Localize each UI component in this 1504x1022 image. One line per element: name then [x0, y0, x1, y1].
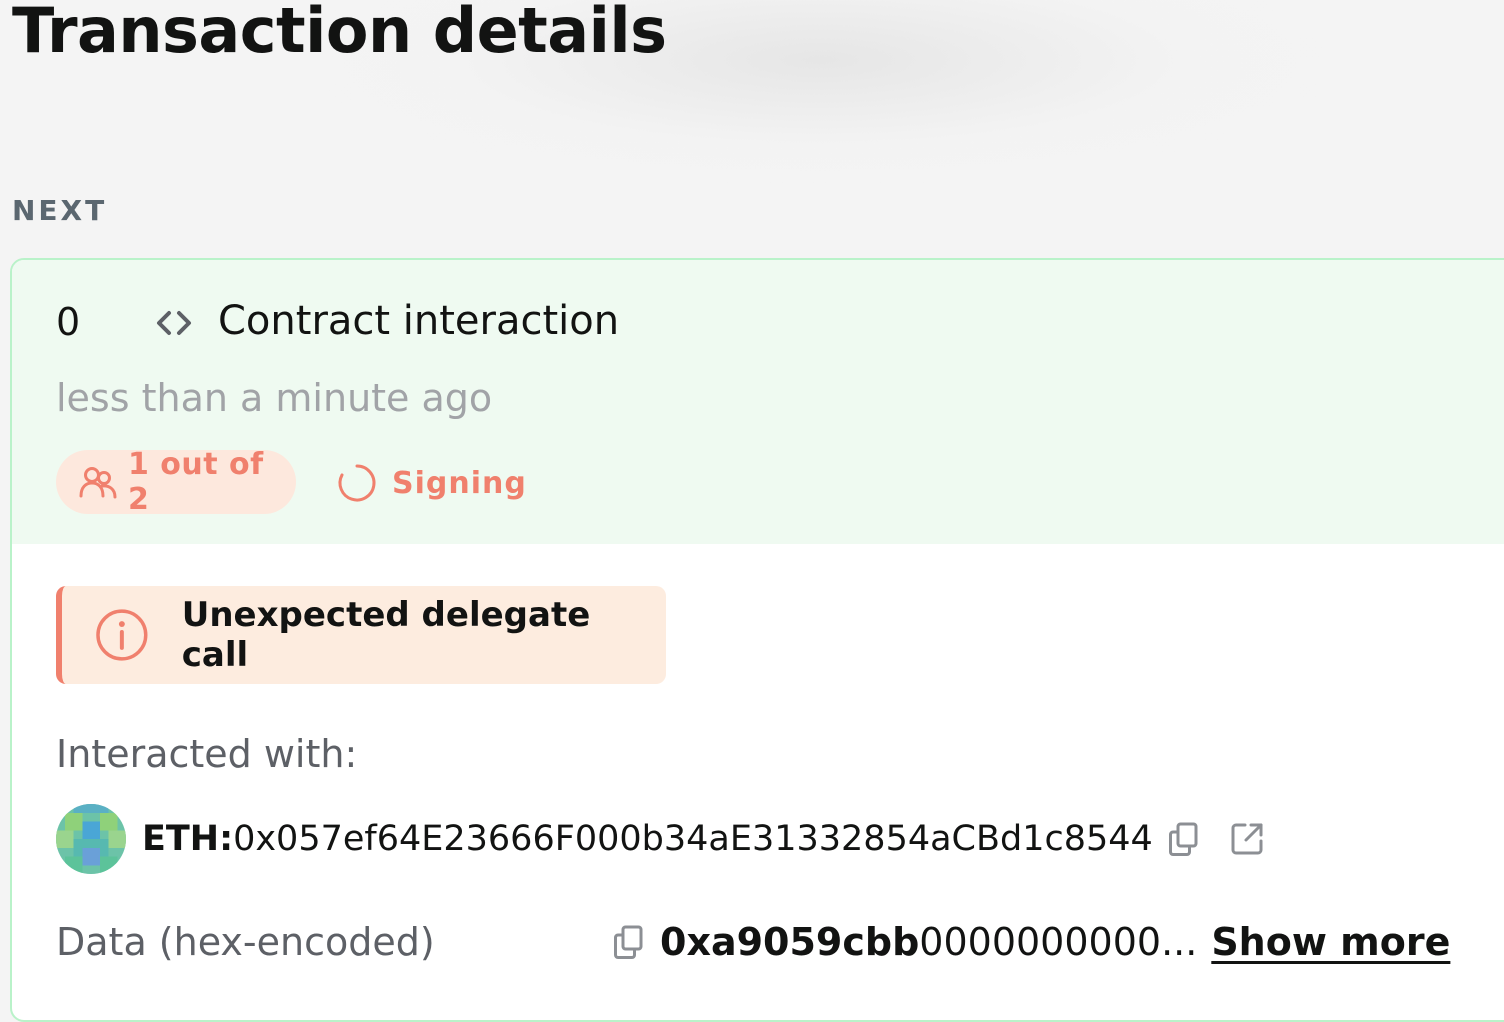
info-icon: [96, 609, 148, 661]
page-title: Transaction details: [12, 0, 667, 67]
show-more-link[interactable]: Show more: [1211, 920, 1450, 964]
status-label: Signing: [392, 465, 527, 501]
address-text: 0x057ef64E23666F000b34aE31332854aCBd1c85…: [233, 819, 1153, 859]
people-icon: [79, 467, 117, 499]
warning-text: Unexpected delegate call: [181, 595, 591, 675]
confirmations-count: 1 out of 2: [127, 447, 264, 517]
interacted-address: ETH: 0x057ef64E23666F000b34aE31332854aCBd…: [56, 804, 1265, 874]
transaction-time: less than a minute ago: [56, 376, 493, 420]
transaction-summary[interactable]: 0 Contract interaction less than a minut…: [12, 260, 1504, 544]
data-hex-value: 0xa9059cbb 0000000000... Show more: [612, 920, 1450, 964]
address-avatar: [56, 804, 126, 874]
copy-address-icon[interactable]: [1167, 821, 1201, 857]
transaction-card[interactable]: 0 Contract interaction less than a minut…: [10, 258, 1504, 1022]
data-hex-label: Data (hex-encoded): [56, 920, 435, 964]
queue-section-label: NEXT: [12, 194, 108, 227]
transaction-nonce: 0: [56, 300, 81, 344]
spinner-icon: [338, 464, 376, 502]
chain-prefix: ETH:: [142, 819, 234, 859]
transaction-type: Contract interaction: [218, 298, 620, 344]
code-icon: [157, 311, 191, 335]
transaction-status: Signing: [336, 462, 527, 504]
hex-truncated: 0000000000...: [919, 920, 1198, 964]
interacted-with-label: Interacted with:: [56, 732, 358, 776]
copy-data-icon[interactable]: [612, 924, 646, 960]
external-link-icon[interactable]: [1229, 821, 1265, 857]
hex-method-id: 0xa9059cbb: [660, 920, 920, 964]
confirmations-badge: 1 out of 2: [56, 447, 296, 517]
delegate-call-warning: Unexpected delegate call: [56, 586, 666, 684]
